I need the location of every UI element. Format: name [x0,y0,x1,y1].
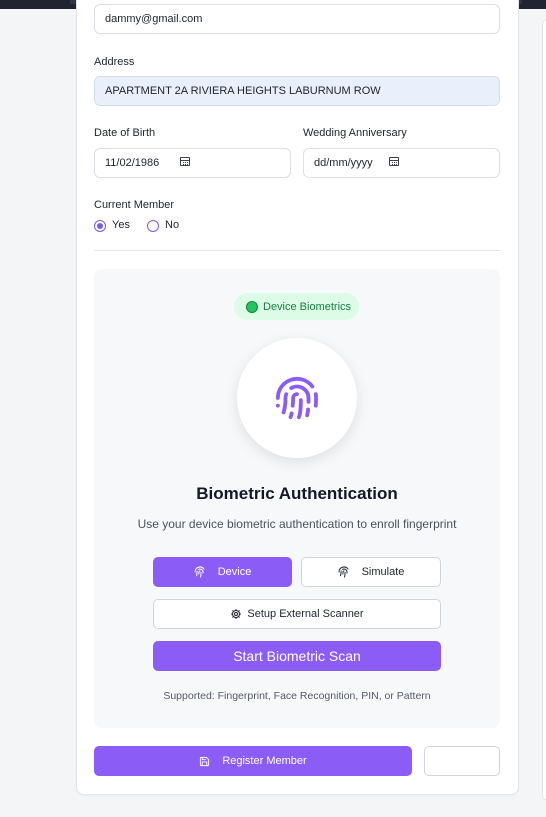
address-value: APARTMENT 2A RIVIERA HEIGHTS LABURNUM RO… [105,85,381,97]
anniversary-label: Wedding Anniversary [303,127,407,139]
start-biometric-scan-button[interactable]: Start Biometric Scan [153,641,441,671]
radio-yes[interactable] [94,220,106,232]
simulate-button-label: Simulate [361,566,405,578]
section-divider [94,250,500,251]
dob-label: Date of Birth [94,127,156,139]
secondary-button[interactable] [424,746,500,776]
dob-field[interactable]: 11/02/1986 [94,148,291,178]
email-value: dammy@gmail.com [105,13,203,25]
register-member-label: Register Member [222,755,307,767]
device-button-label: Device [217,566,252,578]
radio-yes-label[interactable]: Yes [112,219,130,231]
fingerprint-icon [275,376,318,420]
status-dot-icon [246,300,258,313]
biometric-subtitle: Use your device biometric authentication… [137,517,457,531]
fingerprint-scan-icon [194,566,206,578]
start-scan-label: Start Biometric Scan [233,648,361,664]
radio-no[interactable] [147,220,159,232]
setup-external-scanner-label: Setup External Scanner [247,608,364,620]
simulate-button[interactable]: Simulate [301,557,441,587]
register-member-button[interactable]: Register Member [94,746,412,776]
setup-external-scanner-button[interactable]: Setup External Scanner [153,599,441,629]
address-label: Address [94,56,135,68]
anniversary-value: dd/mm/yyyy [314,157,373,169]
fingerprint-scan-icon [338,566,350,578]
device-biometrics-badge: Device Biometrics [234,293,359,320]
badge-label: Device Biometrics [263,300,352,313]
fingerprint-circle [237,338,357,458]
current-member-label: Current Member [94,199,175,211]
supported-methods-text: Supported: Fingerprint, Face Recognition… [163,690,431,702]
calendar-icon[interactable] [389,157,399,166]
save-icon [199,756,210,767]
dob-value: 11/02/1986 [105,157,160,169]
address-field[interactable]: APARTMENT 2A RIVIERA HEIGHTS LABURNUM RO… [94,76,500,106]
anniversary-field[interactable]: dd/mm/yyyy [303,148,500,178]
adjacent-panel-edge [542,20,546,800]
radio-no-label[interactable]: No [165,219,179,231]
biometric-title: Biometric Authentication [196,484,398,503]
device-button[interactable]: Device [153,557,292,587]
gear-icon [230,608,242,620]
calendar-icon[interactable] [180,157,190,166]
email-field[interactable]: dammy@gmail.com [94,4,500,34]
